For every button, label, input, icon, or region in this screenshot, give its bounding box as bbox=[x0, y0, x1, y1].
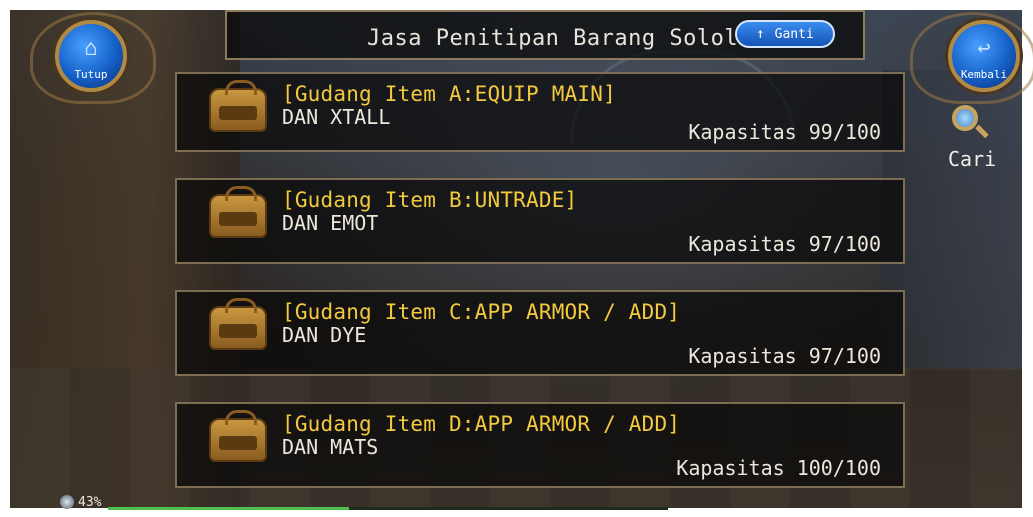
progress-bar-fill bbox=[108, 507, 349, 510]
storage-item-a[interactable]: [Gudang Item A:EQUIP MAIN] DAN XTALL Kap… bbox=[175, 72, 905, 152]
return-arrow-icon: ↩ bbox=[977, 36, 991, 61]
switch-arrow-icon: ↑ bbox=[756, 26, 765, 42]
switch-button[interactable]: ↑ Ganti bbox=[735, 20, 835, 48]
search-label: Cari bbox=[948, 147, 997, 171]
storage-item-capacity: Kapasitas 100/100 bbox=[676, 456, 881, 480]
switch-button-label: Ganti bbox=[774, 26, 814, 42]
storage-item-subtitle: DAN DYE bbox=[282, 323, 367, 347]
storage-list: [Gudang Item A:EQUIP MAIN] DAN XTALL Kap… bbox=[175, 70, 905, 514]
close-button-label: Tutup bbox=[74, 68, 108, 81]
bag-icon bbox=[209, 186, 267, 238]
storage-item-c[interactable]: [Gudang Item C:APP ARMOR / ADD] DAN DYE … bbox=[175, 290, 905, 376]
status-percent: 43% bbox=[78, 494, 102, 510]
status-indicator: 43% bbox=[60, 493, 101, 511]
storage-item-b[interactable]: [Gudang Item B:UNTRADE] DAN EMOT Kapasit… bbox=[175, 178, 905, 264]
page-title: Jasa Penitipan Barang Sololo bbox=[367, 26, 752, 51]
bag-icon bbox=[209, 80, 267, 132]
home-icon: ⌂ bbox=[84, 36, 98, 61]
bag-icon bbox=[209, 298, 267, 350]
status-orb-icon bbox=[60, 495, 74, 509]
storage-item-title: [Gudang Item D:APP ARMOR / ADD] bbox=[282, 412, 681, 436]
storage-item-capacity: Kapasitas 97/100 bbox=[688, 232, 881, 256]
storage-item-d[interactable]: [Gudang Item D:APP ARMOR / ADD] DAN MATS… bbox=[175, 402, 905, 488]
storage-item-subtitle: DAN EMOT bbox=[282, 211, 379, 235]
search-button[interactable]: Cari bbox=[948, 105, 1008, 175]
progress-bar bbox=[108, 507, 668, 510]
title-bar: Jasa Penitipan Barang Sololo ↑ Ganti bbox=[225, 10, 865, 60]
search-icon-handle bbox=[975, 124, 989, 139]
storage-item-title: [Gudang Item C:APP ARMOR / ADD] bbox=[282, 300, 681, 324]
storage-item-title: [Gudang Item B:UNTRADE] bbox=[282, 188, 578, 212]
back-button[interactable]: ↩ Kembali bbox=[948, 20, 1020, 92]
close-button[interactable]: ⌂ Tutup bbox=[55, 20, 127, 92]
bag-icon bbox=[209, 410, 267, 462]
search-icon bbox=[952, 105, 978, 131]
storage-item-subtitle: DAN MATS bbox=[282, 435, 379, 459]
storage-item-capacity: Kapasitas 99/100 bbox=[688, 120, 881, 144]
storage-item-title: [Gudang Item A:EQUIP MAIN] bbox=[282, 82, 616, 106]
back-button-label: Kembali bbox=[960, 68, 1008, 81]
storage-item-capacity: Kapasitas 97/100 bbox=[688, 344, 881, 368]
storage-item-subtitle: DAN XTALL bbox=[282, 105, 391, 129]
